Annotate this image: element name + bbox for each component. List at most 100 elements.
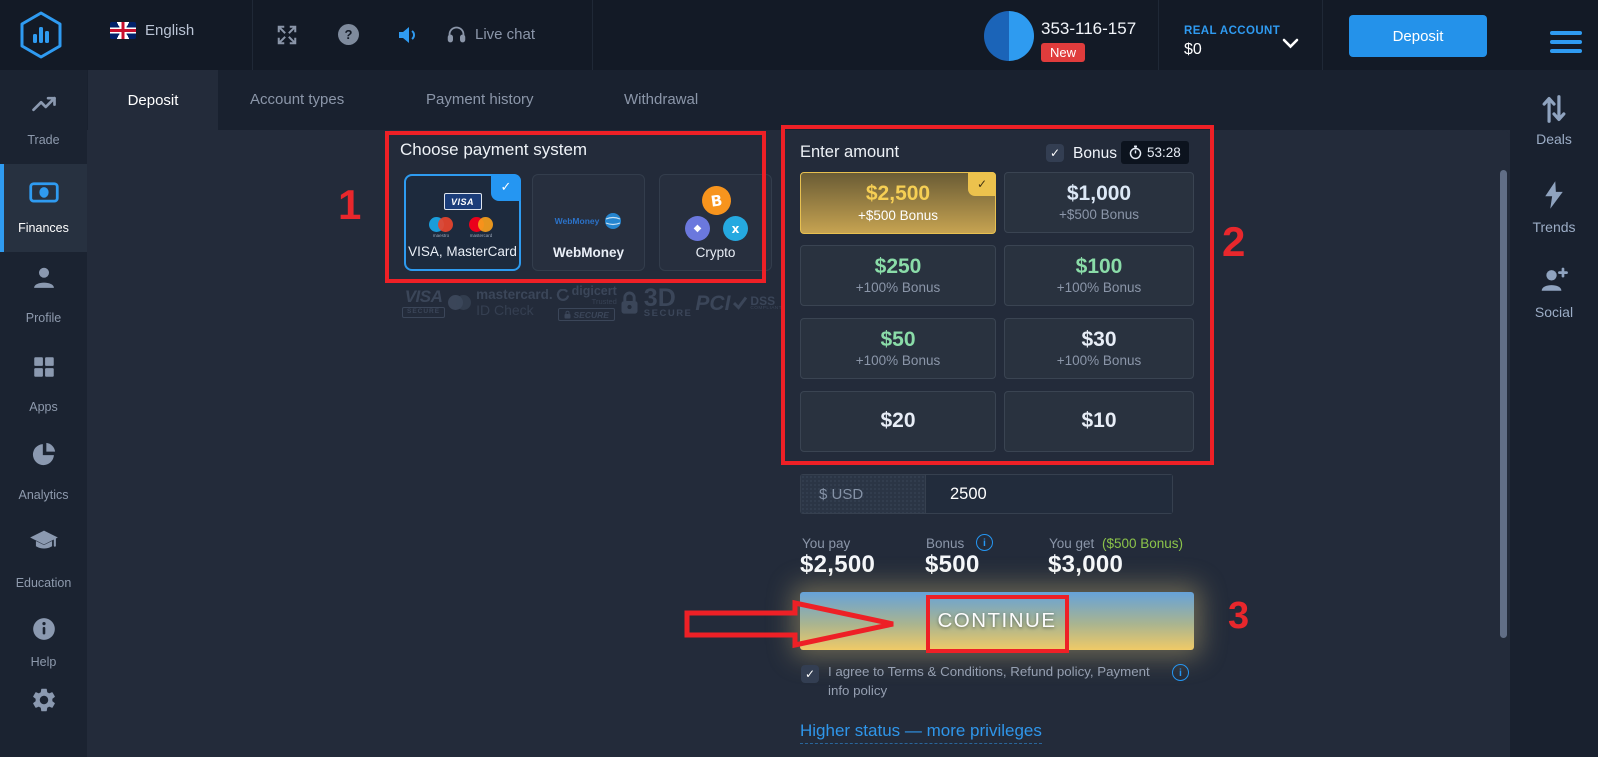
check-swoosh-icon (733, 296, 747, 310)
payment-section-title: Choose payment system (400, 140, 587, 160)
finances-icon[interactable] (0, 180, 87, 211)
tab-payment-history[interactable]: Payment history (426, 91, 534, 108)
check-icon: ✓ (805, 667, 815, 681)
you-get-label: You get (1049, 536, 1094, 551)
amount-option-20[interactable]: $20 (800, 391, 996, 452)
payment-card-crypto[interactable]: B ◆ x Crypto (659, 174, 772, 271)
digicert-badge: digicert Trusted SECURE (556, 285, 617, 322)
account-switcher[interactable]: REAL ACCOUNT $0 (1184, 20, 1314, 64)
settings-gear-icon[interactable] (0, 686, 87, 719)
bitcoin-icon: B (700, 184, 733, 217)
sidebar-item-finances[interactable]: Finances (0, 221, 87, 235)
sidebar-item-help[interactable]: Help (0, 655, 87, 669)
amount-option-30[interactable]: $30+100% Bonus (1004, 318, 1194, 379)
new-badge: New (1041, 43, 1085, 62)
live-chat-label: Live chat (475, 26, 535, 43)
profile-icon[interactable] (0, 264, 87, 297)
higher-status-link[interactable]: Higher status — more privileges (800, 721, 1042, 744)
tab-deposit[interactable]: Deposit (88, 70, 218, 130)
lock-icon (564, 310, 571, 319)
you-pay-value: $2,500 (800, 551, 875, 579)
menu-icon[interactable] (1550, 31, 1582, 58)
headset-icon (446, 24, 467, 45)
3d-secure-badge: 3D SECURE (620, 288, 693, 319)
tab-withdrawal[interactable]: Withdrawal (624, 91, 698, 108)
uk-flag-icon (110, 22, 136, 39)
trust-badges: VISA SECURE mastercard. ID Check digicer… (402, 285, 782, 321)
rail-item-social[interactable]: Social (1510, 304, 1598, 320)
amount-option-1000[interactable]: $1,000+$500 Bonus (1004, 172, 1194, 233)
analytics-icon[interactable] (0, 440, 87, 473)
sidebar-item-trade[interactable]: Trade (0, 133, 87, 147)
stopwatch-icon (1129, 145, 1142, 160)
agree-terms-text[interactable]: I agree to Terms & Conditions, Refund po… (828, 663, 1164, 700)
mastercard-circles-icon (448, 295, 471, 310)
payment-card-label: Crypto (660, 245, 771, 260)
amount-input-row: $ USD (800, 474, 1173, 514)
bonus-checkbox-label: Bonus (1073, 145, 1117, 163)
payment-card-webmoney[interactable]: WebMoney WebMoney (532, 174, 645, 271)
ripple-icon: x (723, 216, 748, 241)
social-icon[interactable] (1510, 264, 1598, 299)
right-rail (1510, 70, 1598, 757)
you-get-value: $3,000 (1048, 551, 1123, 579)
platform-logo-icon[interactable] (16, 10, 66, 65)
divider (252, 0, 253, 70)
tab-account-types[interactable]: Account types (250, 91, 344, 108)
timer-value: 53:28 (1147, 145, 1181, 160)
check-icon: ✓ (968, 172, 996, 196)
amount-option-2500[interactable]: ✓ $2,500+$500 Bonus (800, 172, 996, 234)
amount-option-10[interactable]: $10 (1004, 391, 1194, 452)
sidebar-item-apps[interactable]: Apps (0, 400, 87, 414)
agree-checkbox[interactable]: ✓ (801, 665, 819, 683)
deals-icon[interactable] (1510, 93, 1598, 130)
divider (1322, 0, 1323, 70)
terms-info-icon[interactable]: i (1172, 664, 1189, 681)
trade-icon[interactable] (0, 90, 87, 123)
sidebar-item-profile[interactable]: Profile (0, 311, 87, 325)
sidebar-item-analytics[interactable]: Analytics (0, 488, 87, 502)
apps-icon[interactable] (0, 354, 87, 385)
payment-card-visa-mastercard[interactable]: ✓ VISA maestro mastercard VISA, MasterCa… (404, 174, 521, 271)
currency-selector[interactable]: $ USD (801, 475, 926, 513)
language-label: English (145, 22, 194, 39)
mastercard-logo: mastercard (469, 217, 493, 238)
pci-dss-badge: PCI DSS COMPLIANT (695, 293, 782, 314)
content-area (87, 130, 1510, 757)
account-id: 353-116-157 (1041, 19, 1136, 39)
ethereum-icon: ◆ (685, 216, 710, 241)
bonus-column-label: Bonus (926, 536, 964, 551)
webmoney-globe-icon (604, 212, 622, 230)
check-icon: ✓ (491, 174, 521, 201)
help-icon[interactable]: ? (338, 24, 359, 45)
scrollbar[interactable] (1500, 170, 1507, 638)
trends-icon[interactable] (1510, 180, 1598, 215)
amount-option-250[interactable]: $250+100% Bonus (800, 245, 996, 306)
education-icon[interactable] (0, 528, 87, 559)
bonus-info-icon[interactable]: i (976, 534, 993, 551)
deposit-button[interactable]: Deposit (1349, 15, 1487, 57)
amount-option-50[interactable]: $50+100% Bonus (800, 318, 996, 379)
language-selector[interactable]: English (110, 22, 194, 39)
continue-button[interactable]: CONTINUE (800, 592, 1194, 650)
rail-item-deals[interactable]: Deals (1510, 131, 1598, 147)
fullscreen-icon[interactable] (276, 24, 298, 51)
divider (1158, 0, 1159, 70)
amount-option-100[interactable]: $100+100% Bonus (1004, 245, 1194, 306)
rail-item-trends[interactable]: Trends (1510, 219, 1598, 235)
deposit-page: English ? Live chat (0, 0, 1598, 757)
visa-secure-badge: VISA SECURE (402, 288, 445, 318)
amount-input[interactable] (926, 475, 1172, 513)
live-chat-button[interactable]: Live chat (446, 24, 535, 45)
bonus-checkbox[interactable]: ✓ (1046, 144, 1064, 162)
bonus-value: $500 (925, 551, 980, 579)
webmoney-logo: WebMoney (555, 216, 600, 226)
avatar[interactable] (984, 11, 1034, 61)
mastercard-idcheck-badge: mastercard. ID Check (448, 288, 553, 318)
bonus-timer: 53:28 (1121, 141, 1189, 164)
sound-icon[interactable] (396, 23, 420, 52)
help-info-icon[interactable] (0, 616, 87, 647)
divider (592, 0, 593, 70)
sidebar-item-education[interactable]: Education (0, 576, 87, 590)
you-pay-label: You pay (802, 536, 850, 551)
